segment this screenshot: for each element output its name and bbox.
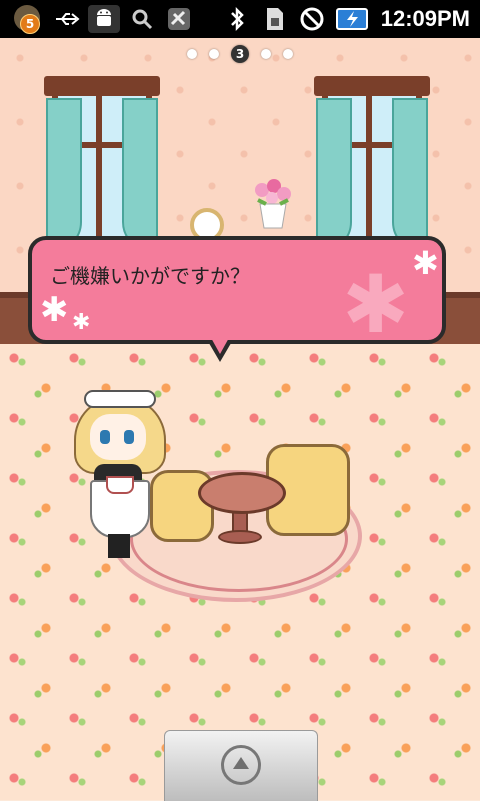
speech-bubble[interactable]: ご機嫌いかがですか？ ✱ ✱ ✱ ✱ (28, 236, 446, 351)
round-table (198, 472, 286, 514)
teacup-icon (106, 476, 134, 494)
satellite-icon (164, 5, 194, 33)
page-dot-5[interactable] (283, 49, 293, 59)
launcher-button[interactable] (164, 730, 318, 801)
page-dot-1[interactable] (187, 49, 197, 59)
page-indicator[interactable]: 3 (0, 40, 480, 68)
left-window (44, 76, 160, 252)
page-dot-4[interactable] (261, 49, 271, 59)
table-base (218, 530, 262, 544)
flower-vase-icon (250, 178, 296, 230)
launcher-up-arrow-icon[interactable] (221, 745, 261, 785)
no-signal-icon (298, 5, 326, 33)
usb-icon (52, 5, 84, 33)
sparkle-icon: ✱ (412, 244, 439, 282)
sparkle-icon: ✱ (40, 290, 69, 330)
page-dot-current[interactable]: 3 (231, 45, 249, 63)
battery-charging-icon (336, 5, 370, 33)
maid-character[interactable] (68, 384, 168, 560)
speech-bubble-text: ご機嫌いかがですか？ (50, 264, 250, 288)
notification-count: 5 (20, 14, 40, 34)
clock-time: 12:09PM (380, 6, 470, 31)
bluetooth-icon (224, 5, 250, 33)
status-bar: 5 12:09PM (0, 0, 480, 38)
notification-badge-icon[interactable]: 5 (14, 5, 44, 34)
speech-bubble-tail-fill (210, 336, 230, 354)
right-window (314, 76, 430, 252)
android-debug-icon (88, 5, 120, 33)
page-dot-2[interactable] (209, 49, 219, 59)
sim-icon (262, 5, 288, 33)
search-icon (128, 5, 156, 33)
sparkle-icon: ✱ (72, 310, 91, 335)
large-sparkle-icon: ✱ (342, 258, 410, 351)
